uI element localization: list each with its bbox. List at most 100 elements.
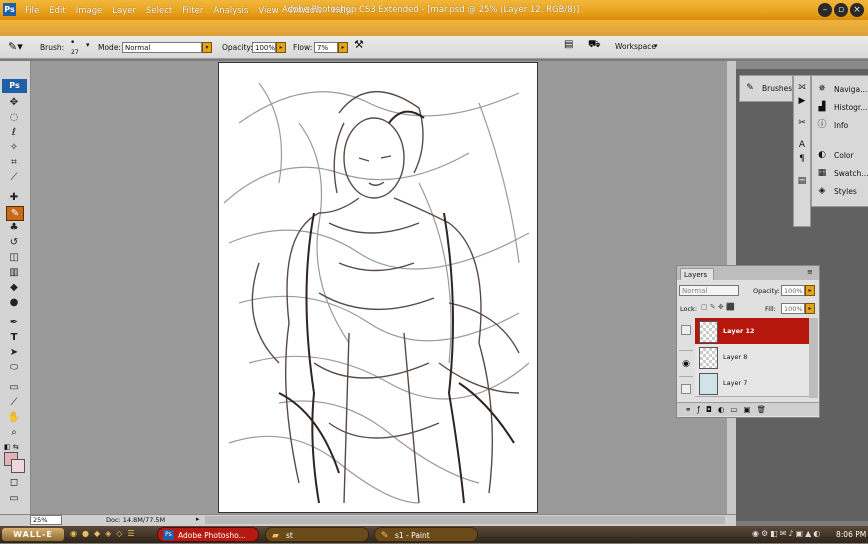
menu-filter[interactable]: Filter [177, 1, 208, 19]
menu-view[interactable]: View [253, 1, 283, 19]
layers-panel-menu-icon[interactable]: ≡ [807, 268, 813, 276]
hand-tool-icon[interactable]: ✋ [6, 411, 22, 424]
mode-select[interactable]: Normal [122, 42, 202, 53]
dodge-tool-icon[interactable]: ● [6, 296, 22, 309]
opacity-input[interactable]: 100% [252, 42, 276, 53]
mode-dropdown-icon[interactable]: ▾ [202, 42, 212, 53]
lock-icons[interactable]: ▢ ✎ ✥ ⬛ [701, 303, 735, 311]
start-button[interactable]: WALL-E [2, 528, 64, 541]
clone-stamp-tool-icon[interactable]: ♣ [6, 221, 22, 234]
layers-scrollbar[interactable] [809, 318, 818, 398]
type-tool-icon[interactable]: T [6, 331, 22, 344]
notes-tool-icon[interactable]: ▭ [6, 381, 22, 394]
document-canvas[interactable] [218, 62, 538, 513]
flow-slider-icon[interactable]: ▸ [338, 42, 348, 53]
system-tray-icons[interactable]: ◉⚙◧✉♪▣▲◐ [752, 529, 822, 538]
brushes-label: Brushes [762, 84, 793, 93]
clock[interactable]: 8:06 PM [836, 530, 866, 539]
menu-analysis[interactable]: Analysis [208, 1, 253, 19]
layers-footer-buttons[interactable]: ⚭ƒ◘◐▭▣🗑 [677, 402, 819, 416]
marquee-tool-icon[interactable]: ◌ [6, 111, 22, 124]
brush-picker-arrow-icon[interactable]: ▾ [86, 41, 90, 49]
info-tab[interactable]: ⓘ Info [812, 117, 848, 134]
navigator-tab[interactable]: ✵ Naviga... [812, 81, 867, 98]
horizontal-scrollbar[interactable] [205, 516, 725, 524]
eyedropper-tool-icon[interactable]: ⟋ [6, 171, 22, 184]
background-color-swatch[interactable] [11, 459, 25, 473]
layer-name: Layer 12 [723, 327, 755, 335]
fill-arrow-icon[interactable]: ▸ [805, 303, 815, 314]
info-label: Info [834, 121, 849, 130]
bridge-icon[interactable]: ⛟ [588, 39, 601, 52]
menu-image[interactable]: Image [71, 1, 108, 19]
layer-opacity-input[interactable]: 100% [781, 285, 805, 296]
taskbar-folder[interactable]: ▰ st [265, 527, 369, 542]
paragraph-icon[interactable]: ¶ [794, 152, 810, 166]
menu-layer[interactable]: Layer [107, 1, 141, 19]
swatches-tab[interactable]: ▦ Swatch... [812, 165, 868, 182]
brushes-panel-button[interactable]: ✎ Brushes [739, 75, 793, 102]
eye-icon[interactable]: ◉ [679, 351, 693, 377]
toolbox-ps-badge[interactable]: Ps [2, 79, 27, 93]
menu-edit[interactable]: Edit [44, 1, 70, 19]
blur-tool-icon[interactable]: ◆ [6, 281, 22, 294]
healing-brush-tool-icon[interactable]: ✚ [6, 191, 22, 204]
quick-mask-icon[interactable]: ◻ [6, 476, 22, 489]
gradient-tool-icon[interactable]: ▥ [6, 266, 22, 279]
taskbar-photoshop[interactable]: Ps Adobe Photosho... [157, 527, 259, 542]
dock-header [736, 61, 868, 69]
brush-dot-icon[interactable]: • [70, 38, 75, 48]
layer-visibility-toggle[interactable] [679, 325, 693, 351]
layer-row[interactable]: Layer 8 [695, 344, 818, 371]
quick-launch-icons[interactable]: ◉●◆◈◇☰ [70, 529, 140, 538]
color-icon: ◐ [818, 150, 826, 160]
doc-size-info[interactable]: Doc: 14.8M/77.5M [106, 516, 165, 524]
screen-mode-icon[interactable]: ▭ [6, 492, 22, 505]
app-icon[interactable]: Ps [3, 3, 16, 16]
shape-tool-icon[interactable]: ⬭ [6, 361, 22, 374]
tool-presets-icon[interactable]: ⟗ [794, 80, 810, 94]
actions-icon[interactable]: ✂ [794, 116, 810, 130]
zoom-tool-icon[interactable]: ⌕ [6, 426, 22, 439]
character-icon[interactable]: A [794, 138, 810, 152]
close-button[interactable]: × [850, 3, 864, 17]
restore-button[interactable]: ▫ [834, 3, 848, 17]
pen-tool-icon[interactable]: ✒ [6, 316, 22, 329]
layer-thumbnail [699, 373, 718, 395]
default-colors-icon[interactable]: ◧ ⇆ [4, 443, 19, 451]
menu-select[interactable]: Select [141, 1, 177, 19]
layer-row[interactable]: Layer 7 [695, 370, 818, 397]
status-menu-arrow-icon[interactable]: ▸ [196, 515, 200, 523]
lasso-tool-icon[interactable]: ℓ [6, 126, 22, 139]
history-brush-tool-icon[interactable]: ↺ [6, 236, 22, 249]
layers-tab[interactable]: Layers × [680, 268, 714, 291]
styles-tab[interactable]: ◈ Styles [812, 183, 857, 200]
layer-opacity-arrow-icon[interactable]: ▸ [805, 285, 815, 296]
layer-comps-icon[interactable]: ▶ [794, 94, 810, 108]
magic-wand-tool-icon[interactable]: ✧ [6, 141, 22, 154]
minimize-button[interactable]: – [818, 3, 832, 17]
eyedropper2-tool-icon[interactable]: ⟋ [6, 396, 22, 409]
zoom-level-input[interactable]: 25% [30, 515, 62, 525]
brush-tool-icon[interactable]: ✎ [6, 206, 24, 221]
path-selection-tool-icon[interactable]: ➤ [6, 346, 22, 359]
notes-panel-icon[interactable]: ▤ [794, 174, 810, 188]
palette-well-icon[interactable]: ▤ [564, 39, 573, 50]
menu-file[interactable]: File [20, 1, 44, 19]
layer-row-selected[interactable]: Layer 12 [695, 318, 818, 345]
brush-preset-icon[interactable]: ✎▾ [8, 40, 30, 54]
workspace-arrow-icon[interactable]: ▾ [654, 42, 658, 50]
color-tab[interactable]: ◐ Color [812, 147, 854, 164]
move-tool-icon[interactable]: ✥ [6, 96, 22, 109]
crop-tool-icon[interactable]: ⌗ [6, 156, 22, 169]
fill-input[interactable]: 100% [781, 303, 805, 314]
taskbar-paint[interactable]: ✎ s1 - Paint [374, 527, 478, 542]
flow-input[interactable]: 7% [314, 42, 338, 53]
menu-strip [0, 20, 868, 36]
histogram-tab[interactable]: ▟ Histogr... [812, 99, 868, 116]
eraser-tool-icon[interactable]: ◫ [6, 251, 22, 264]
airbrush-icon[interactable]: ⚒ [354, 38, 364, 51]
opacity-slider-icon[interactable]: ▸ [276, 42, 286, 53]
workspace-menu[interactable]: Workspace [615, 42, 656, 51]
blend-mode-select[interactable]: Normal [679, 285, 739, 296]
